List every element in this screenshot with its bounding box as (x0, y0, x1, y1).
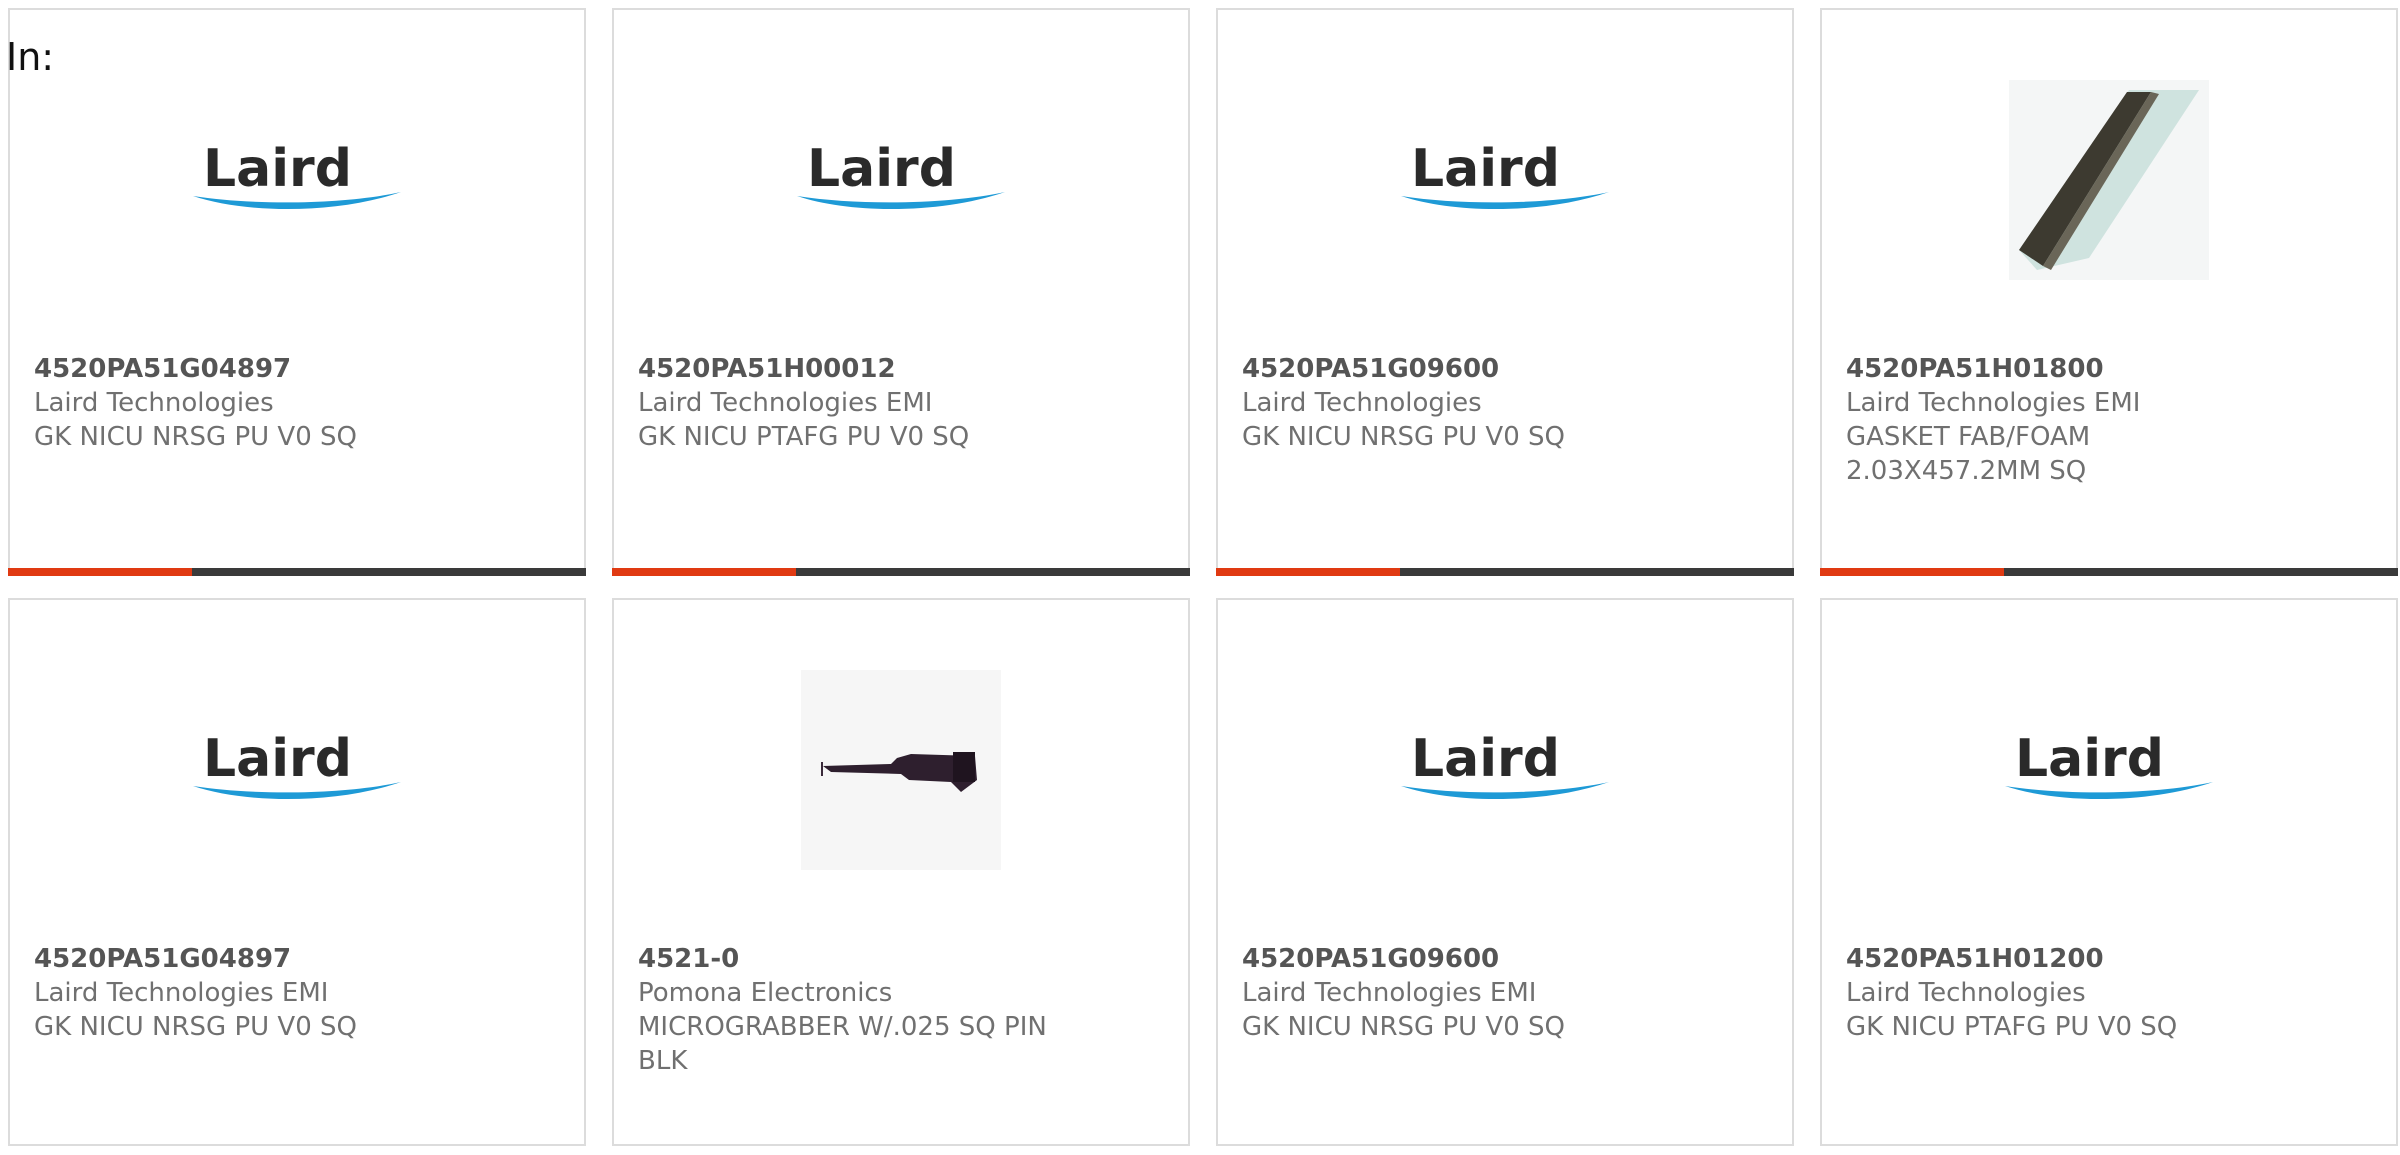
part-number-link[interactable]: 4520PA51G04897 (34, 352, 560, 386)
part-number-link[interactable]: 4520PA51G04897 (34, 942, 560, 976)
part-number-link[interactable]: 4521-0 (638, 942, 1164, 976)
svg-text:Laird: Laird (1411, 730, 1560, 789)
product-image (1822, 70, 2396, 290)
product-card[interactable]: Laird 4520PA51G09600 Laird Technologies … (1216, 8, 1794, 576)
accent-bar (1820, 568, 2398, 576)
gasket-photo-icon (2019, 90, 2199, 270)
description: GK NICU NRSG PU V0 SQ (34, 422, 357, 452)
product-card[interactable]: Laird 4520PA51H00012 Laird Technologies … (612, 8, 1190, 576)
manufacturer: Laird Technologies EMI (1242, 978, 1537, 1008)
manufacturer: Laird Technologies EMI (638, 388, 933, 418)
laird-logo-icon: Laird (193, 140, 401, 210)
part-number-link[interactable]: 4520PA51G09600 (1242, 352, 1768, 386)
product-info: 4520PA51G09600 Laird Technologies GK NIC… (1242, 352, 1768, 454)
manufacturer: Laird Technologies EMI (34, 978, 329, 1008)
part-number-link[interactable]: 4520PA51H01200 (1846, 942, 2372, 976)
manufacturer: Laird Technologies (1242, 388, 1482, 418)
product-image: Laird (10, 70, 584, 290)
svg-text:Laird: Laird (2015, 730, 2164, 789)
micrograbber-photo-icon (821, 752, 977, 792)
description: GK NICU PTAFG PU V0 SQ (1846, 1012, 2178, 1042)
filter-label: In: (6, 35, 55, 79)
description: GASKET FAB/FOAM 2.03X457.2MM SQ (1846, 422, 2091, 486)
accent-bar (1216, 568, 1794, 576)
manufacturer: Laird Technologies EMI (1846, 388, 2141, 418)
part-number-link[interactable]: 4520PA51G09600 (1242, 942, 1768, 976)
product-card[interactable]: 4520PA51H01800 Laird Technologies EMI GA… (1820, 8, 2398, 576)
svg-text:Laird: Laird (203, 140, 352, 199)
laird-logo-icon: Laird (193, 730, 401, 800)
product-image: Laird (614, 70, 1188, 290)
product-card[interactable]: Laird 4520PA51G04897 Laird Technologies … (8, 8, 586, 576)
product-info: 4520PA51H01200 Laird Technologies GK NIC… (1846, 942, 2372, 1044)
product-card[interactable]: Laird 4520PA51G04897 Laird Technologies … (8, 598, 586, 1146)
product-info: 4520PA51H01800 Laird Technologies EMI GA… (1846, 352, 2372, 488)
accent-bar (612, 568, 1190, 576)
product-info: 4521-0 Pomona Electronics MICROGRABBER W… (638, 942, 1164, 1078)
description: GK NICU NRSG PU V0 SQ (1242, 422, 1565, 452)
product-info: 4520PA51H00012 Laird Technologies EMI GK… (638, 352, 1164, 454)
part-number-link[interactable]: 4520PA51H00012 (638, 352, 1164, 386)
product-info: 4520PA51G04897 Laird Technologies EMI GK… (34, 942, 560, 1044)
product-card[interactable]: Laird 4520PA51G09600 Laird Technologies … (1216, 598, 1794, 1146)
product-image (614, 660, 1188, 880)
product-card[interactable]: Laird 4520PA51H01200 Laird Technologies … (1820, 598, 2398, 1146)
accent-bar (8, 568, 586, 576)
laird-logo-icon: Laird (2005, 730, 2213, 800)
svg-text:Laird: Laird (807, 140, 956, 199)
laird-logo-icon: Laird (797, 140, 1005, 210)
svg-text:Laird: Laird (1411, 140, 1560, 199)
product-image: Laird (10, 660, 584, 880)
laird-logo-icon: Laird (1401, 730, 1609, 800)
description: GK NICU NRSG PU V0 SQ (1242, 1012, 1565, 1042)
product-info: 4520PA51G04897 Laird Technologies GK NIC… (34, 352, 560, 454)
product-info: 4520PA51G09600 Laird Technologies EMI GK… (1242, 942, 1768, 1044)
description: GK NICU NRSG PU V0 SQ (34, 1012, 357, 1042)
description: GK NICU PTAFG PU V0 SQ (638, 422, 970, 452)
product-image: Laird (1218, 70, 1792, 290)
description: MICROGRABBER W/.025 SQ PIN BLK (638, 1012, 1047, 1076)
laird-logo-icon: Laird (1401, 140, 1609, 210)
svg-text:Laird: Laird (203, 730, 352, 789)
product-grid: Laird 4520PA51G04897 Laird Technologies … (8, 8, 2400, 576)
product-image: Laird (1822, 660, 2396, 880)
manufacturer: Pomona Electronics (638, 978, 893, 1008)
part-number-link[interactable]: 4520PA51H01800 (1846, 352, 2372, 386)
product-image: Laird (1218, 660, 1792, 880)
manufacturer: Laird Technologies (1846, 978, 2086, 1008)
product-grid-row-2: Laird 4520PA51G04897 Laird Technologies … (8, 598, 2400, 1146)
product-card[interactable]: 4521-0 Pomona Electronics MICROGRABBER W… (612, 598, 1190, 1146)
manufacturer: Laird Technologies (34, 388, 274, 418)
